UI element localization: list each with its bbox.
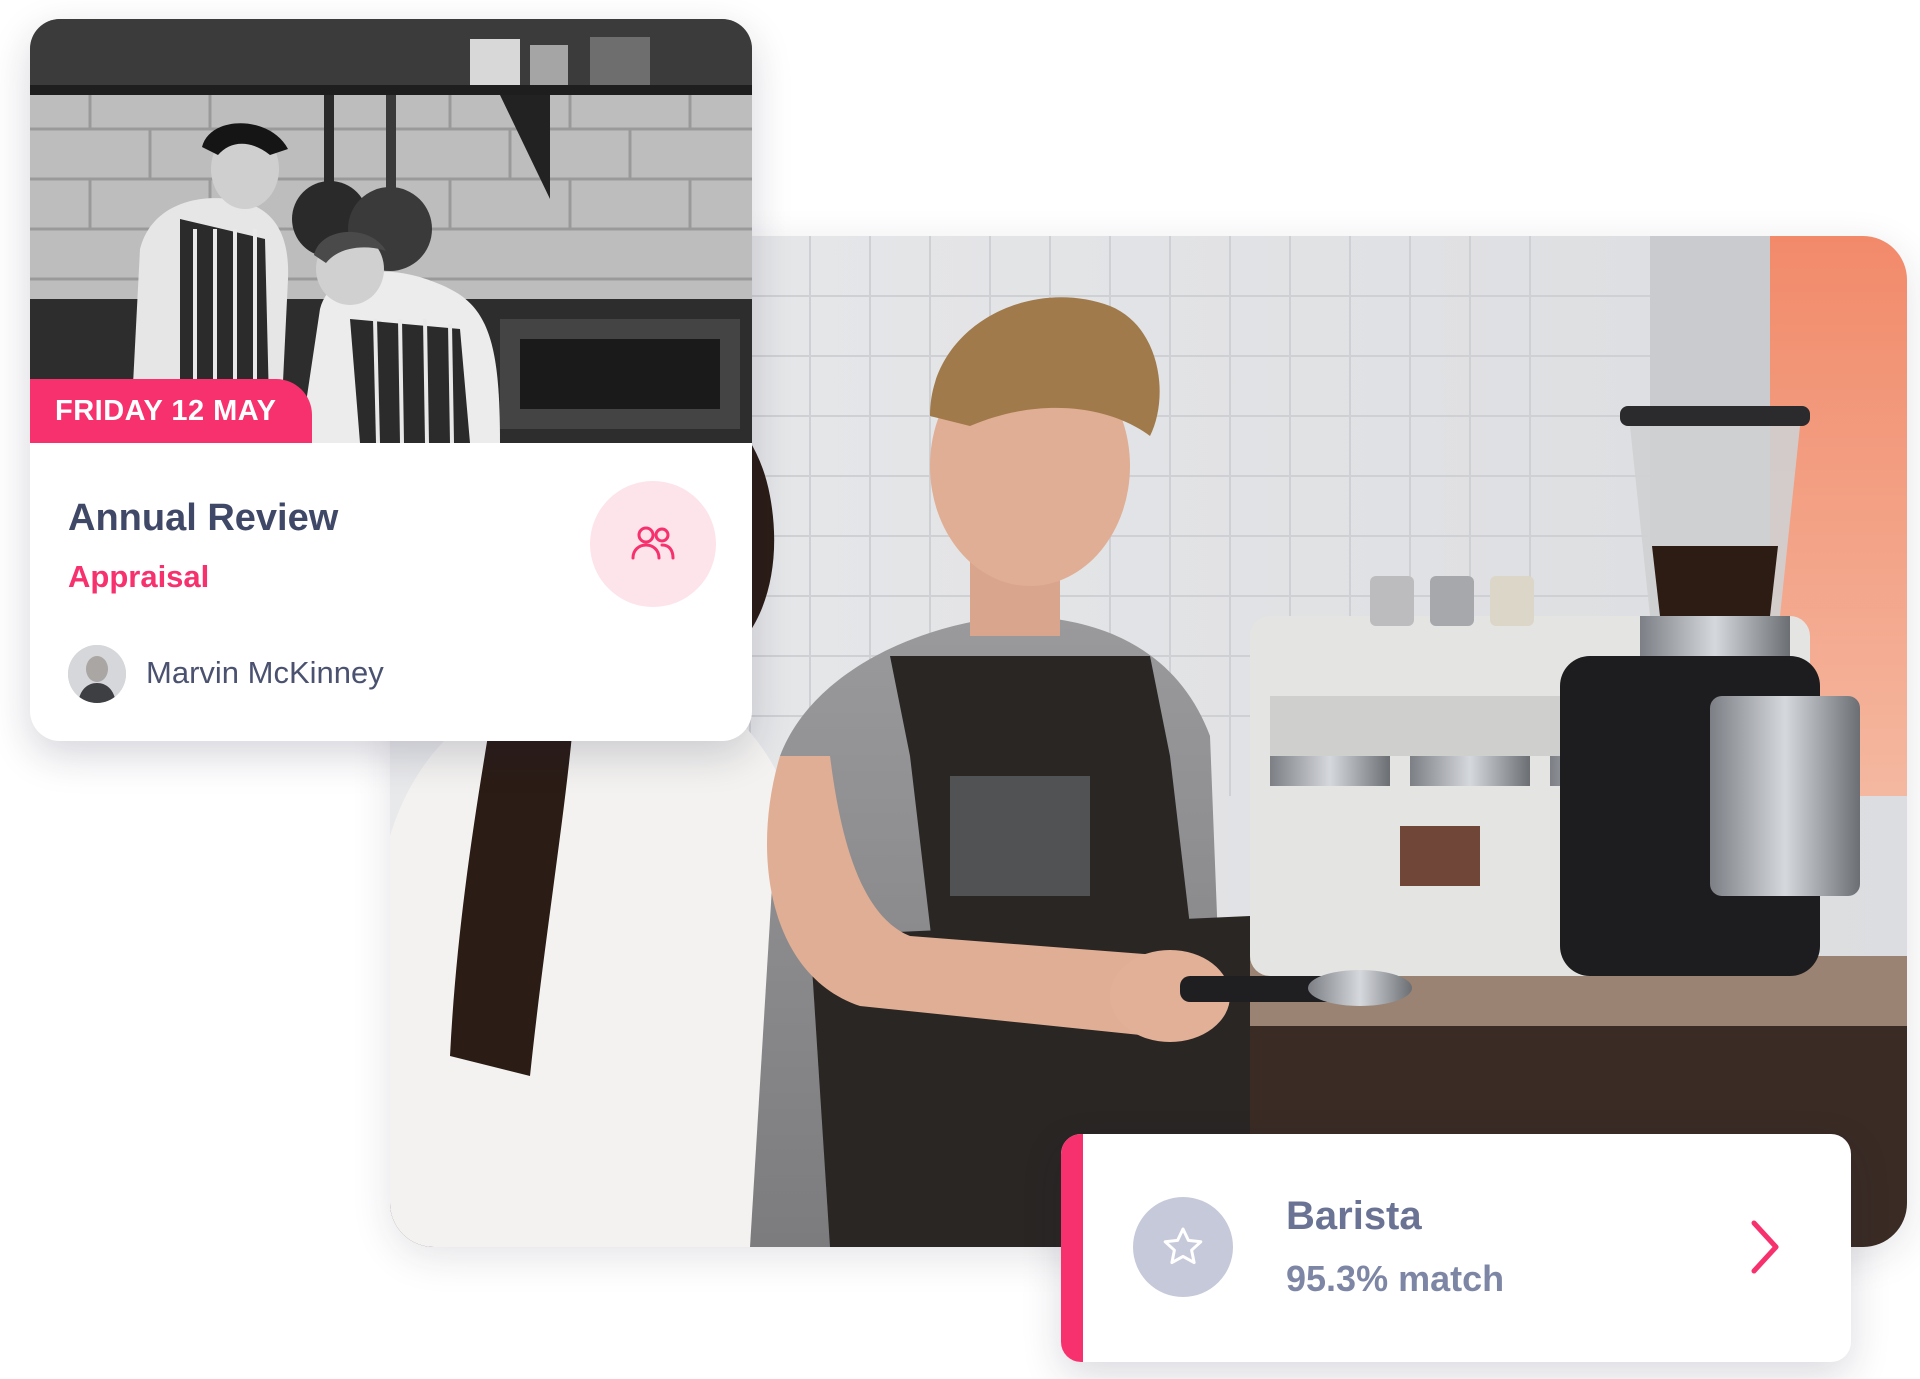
star-badge [1133, 1197, 1233, 1297]
date-badge: FRIDAY 12 MAY [30, 379, 313, 443]
avatar-image [68, 645, 126, 703]
appointment-card[interactable]: FRIDAY 12 MAY Annual Review Appraisal Ma… [30, 19, 752, 741]
person-name: Marvin McKinney [146, 655, 384, 690]
open-job-button[interactable] [1729, 1212, 1799, 1282]
avatar [68, 645, 126, 703]
job-match-card[interactable]: Barista 95.3% match [1061, 1134, 1851, 1362]
accent-bar [1061, 1134, 1083, 1362]
appointment-type: Appraisal [68, 559, 210, 594]
appointment-title: Annual Review [68, 497, 339, 539]
group-icon-button[interactable] [590, 481, 716, 607]
stage: FRIDAY 12 MAY Annual Review Appraisal Ma… [0, 0, 1920, 1379]
star-icon [1163, 1227, 1203, 1265]
chevron-right-icon [1751, 1220, 1779, 1274]
job-title: Barista [1286, 1194, 1422, 1238]
match-percentage: 95.3% match [1286, 1258, 1505, 1299]
group-icon [631, 526, 675, 560]
